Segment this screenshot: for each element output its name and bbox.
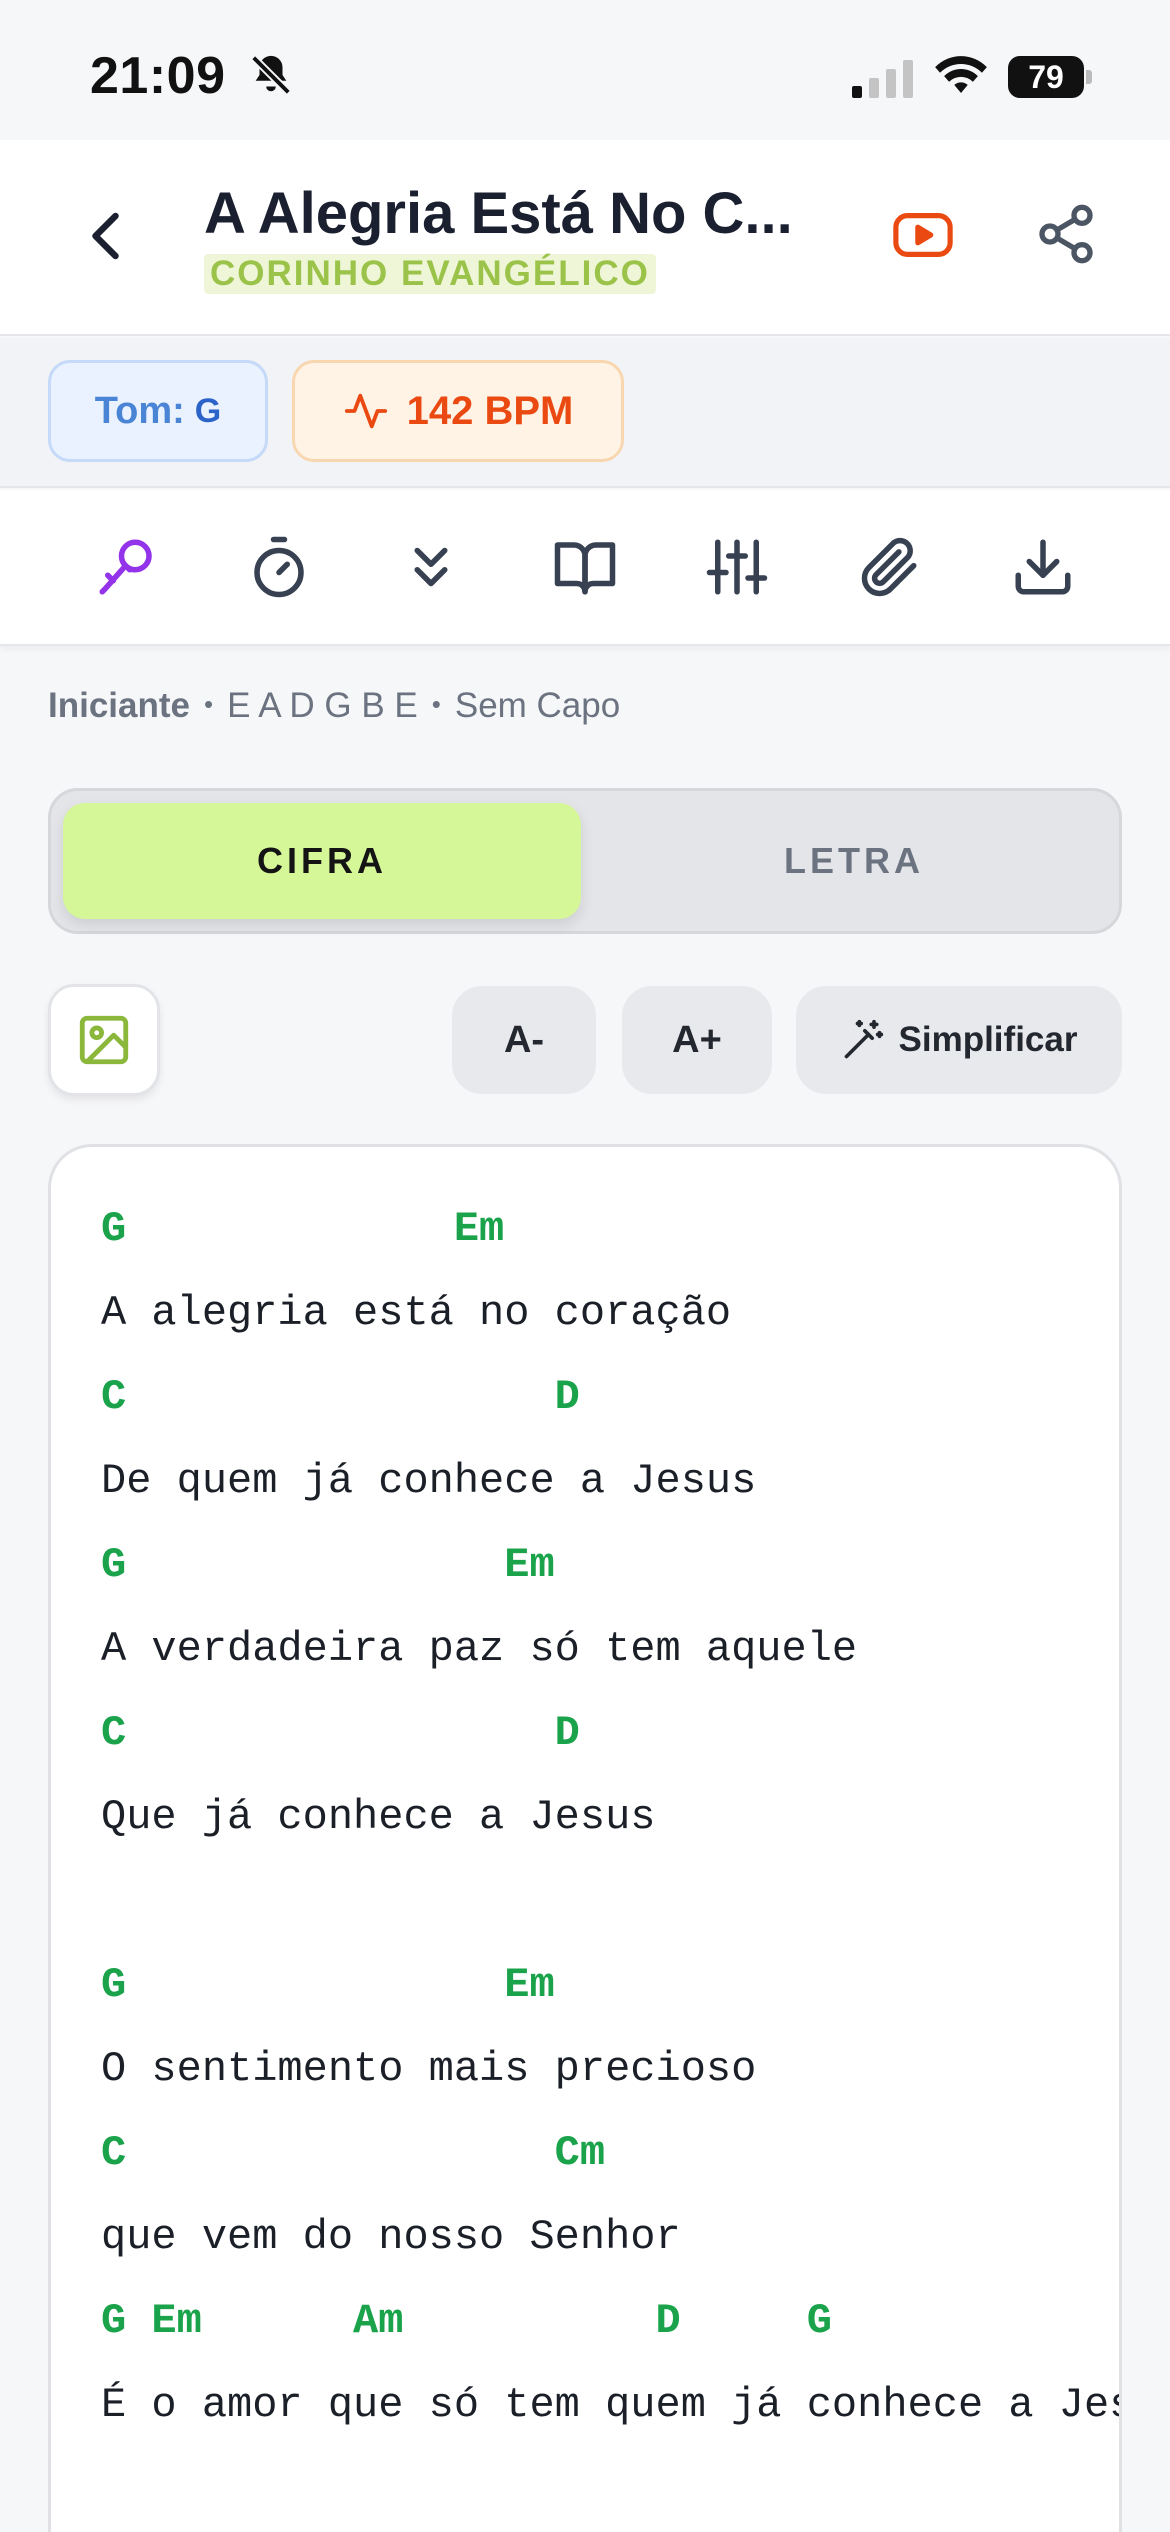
tools-toolbar (0, 490, 1170, 646)
image-view-button[interactable] (48, 984, 160, 1096)
bell-muted-icon (251, 55, 291, 95)
image-icon (79, 1015, 129, 1065)
difficulty-level: Iniciante (48, 686, 190, 725)
tuning: E A D G B E (227, 686, 418, 725)
battery-icon: 79 (1008, 56, 1092, 98)
tab-letra[interactable]: LETRA (599, 803, 1109, 919)
song-info-chips: Tom: G 142 BPM (0, 338, 1170, 488)
key-value: G (194, 391, 222, 430)
chord-line: C Cm (101, 2129, 606, 2177)
status-time: 21:09 (90, 47, 226, 105)
youtube-button[interactable] (892, 204, 954, 266)
chord-line: C D (101, 1373, 580, 1421)
chord-line: G Em (101, 1541, 555, 1589)
bpm-value: 142 BPM (406, 388, 574, 433)
chord-line: C D (101, 1709, 580, 1757)
timer-icon[interactable] (246, 534, 312, 600)
sliders-icon[interactable] (704, 534, 770, 600)
lyric-line: O sentimento mais precioso (101, 2045, 757, 2093)
capo: Sem Capo (454, 686, 621, 725)
view-mode-switch: CIFRA LETRA (48, 788, 1122, 934)
tab-cifra[interactable]: CIFRA (63, 803, 581, 919)
bpm-chip[interactable]: 142 BPM (292, 360, 624, 462)
font-decrease-button[interactable]: A- (452, 986, 596, 1094)
chord-sheet: G Em A alegria está no coração C D De quem … (48, 1144, 1122, 2532)
song-header: A Alegria Está No C... CORINHO EVANGÉLIC… (0, 140, 1170, 336)
chord-line: G Em (101, 1205, 505, 1253)
key-label: Tom: (94, 389, 185, 432)
battery-level: 79 (1008, 56, 1084, 98)
song-meta: Iniciante • E A D G B E • Sem Capo (48, 686, 621, 725)
status-bar: 21:09 79 (0, 0, 1170, 140)
lyric-line: que vem do nosso Senhor (101, 2213, 681, 2261)
paperclip-icon[interactable] (856, 534, 922, 600)
lyric-line: A alegria está no coração (101, 1289, 732, 1337)
download-icon[interactable] (1010, 534, 1076, 600)
cellular-signal-icon (852, 60, 913, 98)
key-chip[interactable]: Tom: G (48, 360, 268, 462)
chord-line: G Em Am D G (101, 2297, 832, 2345)
book-icon[interactable] (552, 534, 618, 600)
lyric-line: De quem já conhece a Jesus (101, 1457, 757, 1505)
chord-line: G Em (101, 1961, 555, 2009)
microphone-icon[interactable] (94, 534, 160, 600)
simplify-label: Simplificar (898, 1020, 1078, 1059)
back-button[interactable] (78, 206, 138, 266)
font-increase-button[interactable]: A+ (622, 986, 772, 1094)
magic-wand-icon (844, 1019, 883, 1059)
lyric-line: Que já conhece a Jesus (101, 1793, 656, 1841)
pulse-icon (344, 393, 387, 429)
auto-scroll-icon[interactable] (398, 534, 464, 600)
lyric-line: A verdadeira paz só tem aquele (101, 1625, 858, 1673)
simplify-button[interactable]: Simplificar (796, 986, 1122, 1094)
wifi-icon (935, 56, 987, 93)
share-button[interactable] (1034, 202, 1098, 266)
song-genre: CORINHO EVANGÉLICO (204, 254, 656, 294)
lyric-line: É o amor que só tem quem já conhece a Je… (101, 2381, 1122, 2429)
song-title: A Alegria Está No C... (204, 181, 793, 246)
